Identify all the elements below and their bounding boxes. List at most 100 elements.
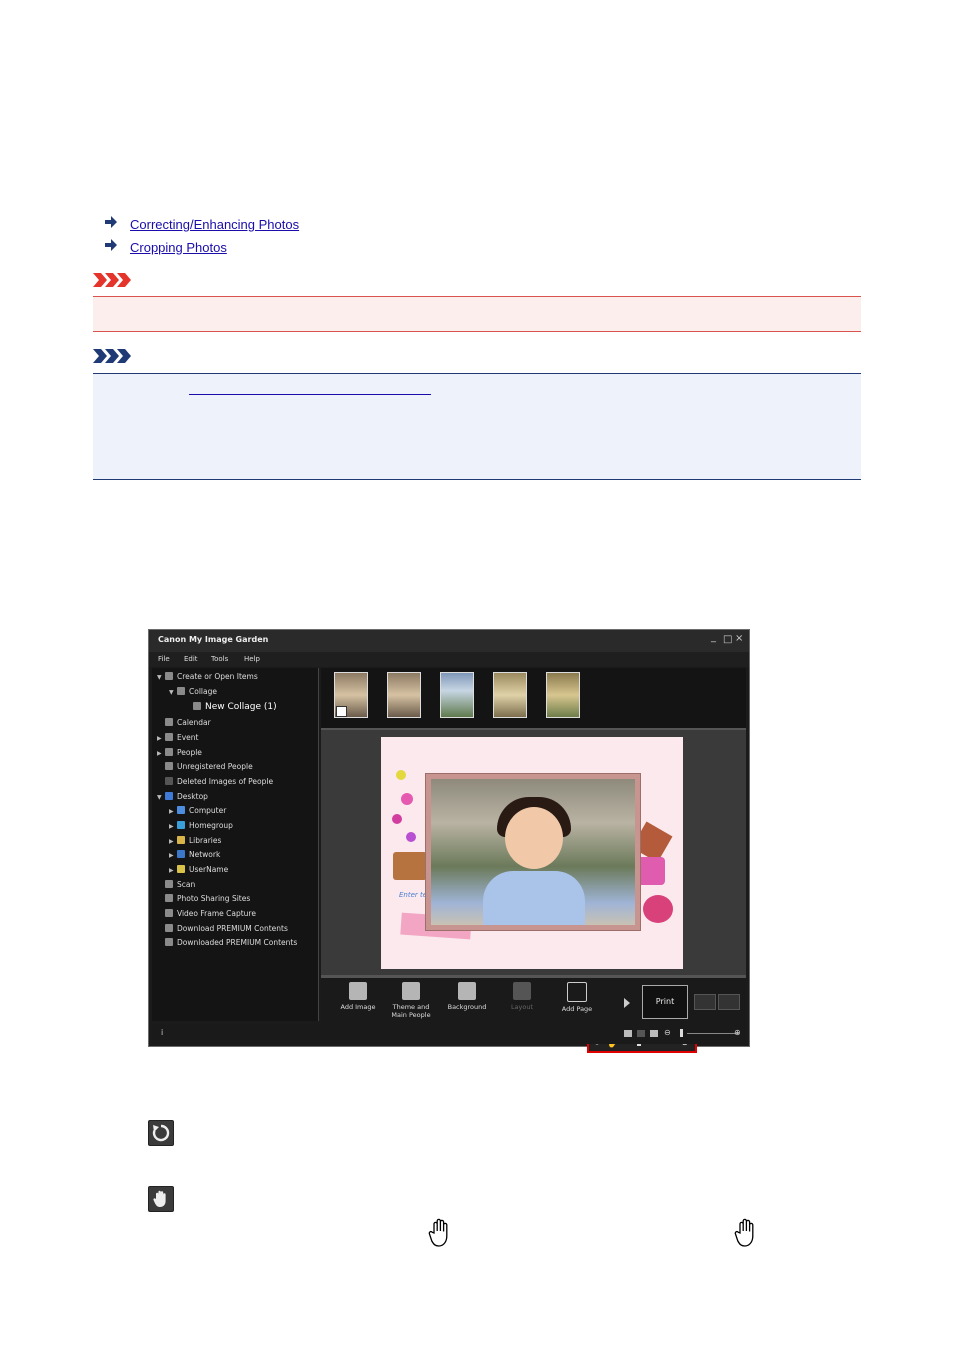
view-mode-icon[interactable]: [624, 1030, 632, 1037]
tree-item-homegroup[interactable]: ▶ Homegroup: [169, 820, 233, 832]
expand-arrow-icon[interactable]: ▶: [157, 733, 165, 745]
expand-arrow-icon[interactable]: ▶: [169, 806, 177, 818]
app-window: Canon My Image Garden _ □ × File Edit To…: [148, 629, 750, 1053]
add-image-button[interactable]: Add Image: [333, 980, 383, 1011]
tree-item-create-open[interactable]: ▼ Create or Open Items: [157, 671, 258, 683]
note-link-underline[interactable]: [189, 394, 431, 395]
tree-item-video-frame[interactable]: Video Frame Capture: [165, 908, 256, 920]
homegroup-icon: [177, 821, 185, 829]
person-deleted-icon: [165, 777, 173, 785]
tree-item-scan[interactable]: Scan: [165, 879, 195, 891]
view-mode-icon[interactable]: [637, 1030, 645, 1037]
layout-button[interactable]: Layout: [497, 980, 547, 1011]
background-icon: [458, 982, 476, 1000]
expand-arrow-icon[interactable]: ▶: [169, 850, 177, 862]
thumbnail[interactable]: [334, 672, 368, 718]
tree-item-new-collage[interactable]: New Collage (1): [193, 701, 277, 713]
important-box: [93, 296, 861, 332]
tree-item-network[interactable]: ▶ Network: [169, 849, 220, 861]
thumbnail[interactable]: [440, 672, 474, 718]
note-icon: [93, 349, 131, 363]
print-button[interactable]: Print: [642, 985, 688, 1019]
photo-sharing-icon: [165, 894, 173, 902]
libraries-icon: [177, 836, 185, 844]
tree-item-collage[interactable]: ▼ Collage: [169, 686, 217, 698]
menu-help[interactable]: Help: [244, 655, 260, 663]
zoom-slider-track[interactable]: [687, 1033, 739, 1034]
photo-dress: [483, 871, 585, 925]
expand-arrow-icon[interactable]: ▶: [157, 748, 165, 760]
link-correcting-photos[interactable]: Correcting/Enhancing Photos: [130, 217, 455, 232]
menu-tools[interactable]: Tools: [211, 655, 228, 663]
edit-area: Enter tex ⟳ ✋ ⊕: [321, 728, 746, 1053]
expand-arrow-icon[interactable]: ▼: [169, 687, 177, 699]
background-button[interactable]: Background: [442, 980, 492, 1011]
link-cropping-photos[interactable]: Cropping Photos: [130, 240, 340, 255]
fit-view-icon[interactable]: [650, 1030, 658, 1037]
expand-right-icon[interactable]: [624, 998, 630, 1008]
expand-arrow-icon[interactable]: ▶: [169, 821, 177, 833]
tree-item-libraries[interactable]: ▶ Libraries: [169, 835, 221, 847]
photo-frame[interactable]: [425, 773, 641, 931]
zoom-in-icon[interactable]: ⊕: [734, 1028, 741, 1037]
theme-icon: [402, 982, 420, 1000]
tree-item-username[interactable]: ▶ UserName: [169, 864, 228, 876]
desktop-icon: [165, 792, 173, 800]
add-page-button[interactable]: Add Page: [552, 980, 602, 1013]
status-bar: i ⊖ ⊕: [152, 1024, 746, 1044]
tree-item-photo-sharing[interactable]: Photo Sharing Sites: [165, 893, 250, 905]
maximize-button[interactable]: □: [723, 634, 732, 646]
tree-item-downloaded-premium[interactable]: Downloaded PREMIUM Contents: [165, 937, 297, 949]
prev-page-button[interactable]: [694, 994, 716, 1010]
thumbnail[interactable]: [493, 672, 527, 718]
download-icon: [165, 924, 173, 932]
rotate-icon: [148, 1120, 174, 1146]
minimize-button[interactable]: _: [711, 632, 716, 644]
menu-bar: File Edit Tools Help: [149, 652, 749, 667]
info-icon[interactable]: i: [161, 1028, 163, 1037]
hand-cursor-icon: [734, 1218, 754, 1247]
photo-image: [431, 779, 635, 925]
photo-face: [505, 807, 563, 869]
expand-arrow-icon[interactable]: ▶: [169, 836, 177, 848]
tree-item-deleted-images[interactable]: Deleted Images of People: [165, 776, 273, 788]
checkmark-icon: [336, 706, 347, 717]
thumbnail[interactable]: [546, 672, 580, 718]
thumbnail-strip: [321, 668, 746, 728]
menu-edit[interactable]: Edit: [184, 655, 198, 663]
flower-decoration-icon: [392, 770, 416, 842]
cake-decoration: [393, 852, 427, 880]
menu-file[interactable]: File: [158, 655, 170, 663]
calendar-icon: [165, 718, 173, 726]
computer-icon: [177, 806, 185, 814]
expand-arrow-icon[interactable]: ▶: [169, 865, 177, 877]
collage-file-icon: [193, 702, 201, 710]
expand-arrow-icon[interactable]: ▼: [157, 672, 165, 684]
add-page-icon: [567, 982, 587, 1002]
close-button[interactable]: ×: [735, 633, 743, 645]
theme-button[interactable]: Theme and Main People: [386, 980, 436, 1019]
tree-item-people[interactable]: ▶ People: [157, 747, 202, 759]
tree-item-desktop[interactable]: ▼ Desktop: [157, 791, 208, 803]
bottom-toolbar: Add Image Theme and Main People Backgroun…: [321, 975, 746, 1025]
thumbnail[interactable]: [387, 672, 421, 718]
title-bar: Canon My Image Garden _ □ ×: [149, 630, 749, 652]
event-icon: [165, 733, 173, 741]
tree-item-unregistered-people[interactable]: Unregistered People: [165, 761, 253, 773]
note-box: [93, 373, 861, 480]
tree-item-computer[interactable]: ▶ Computer: [169, 805, 226, 817]
flower-decoration: [643, 895, 673, 923]
tree-item-download-premium[interactable]: Download PREMIUM Contents: [165, 923, 288, 935]
add-image-icon: [349, 982, 367, 1000]
zoom-out-icon[interactable]: ⊖: [664, 1028, 671, 1037]
expand-arrow-icon[interactable]: ▼: [157, 792, 165, 804]
important-icon: [93, 273, 131, 287]
tree-item-calendar[interactable]: Calendar: [165, 717, 211, 729]
tree-item-event[interactable]: ▶ Event: [157, 732, 199, 744]
layout-icon: [513, 982, 531, 1000]
window-title: Canon My Image Garden: [158, 635, 269, 644]
hand-cursor-icon: [428, 1218, 448, 1247]
zoom-slider-thumb[interactable]: [680, 1029, 683, 1037]
arrow-right-icon: [105, 239, 117, 251]
next-page-button[interactable]: [718, 994, 740, 1010]
